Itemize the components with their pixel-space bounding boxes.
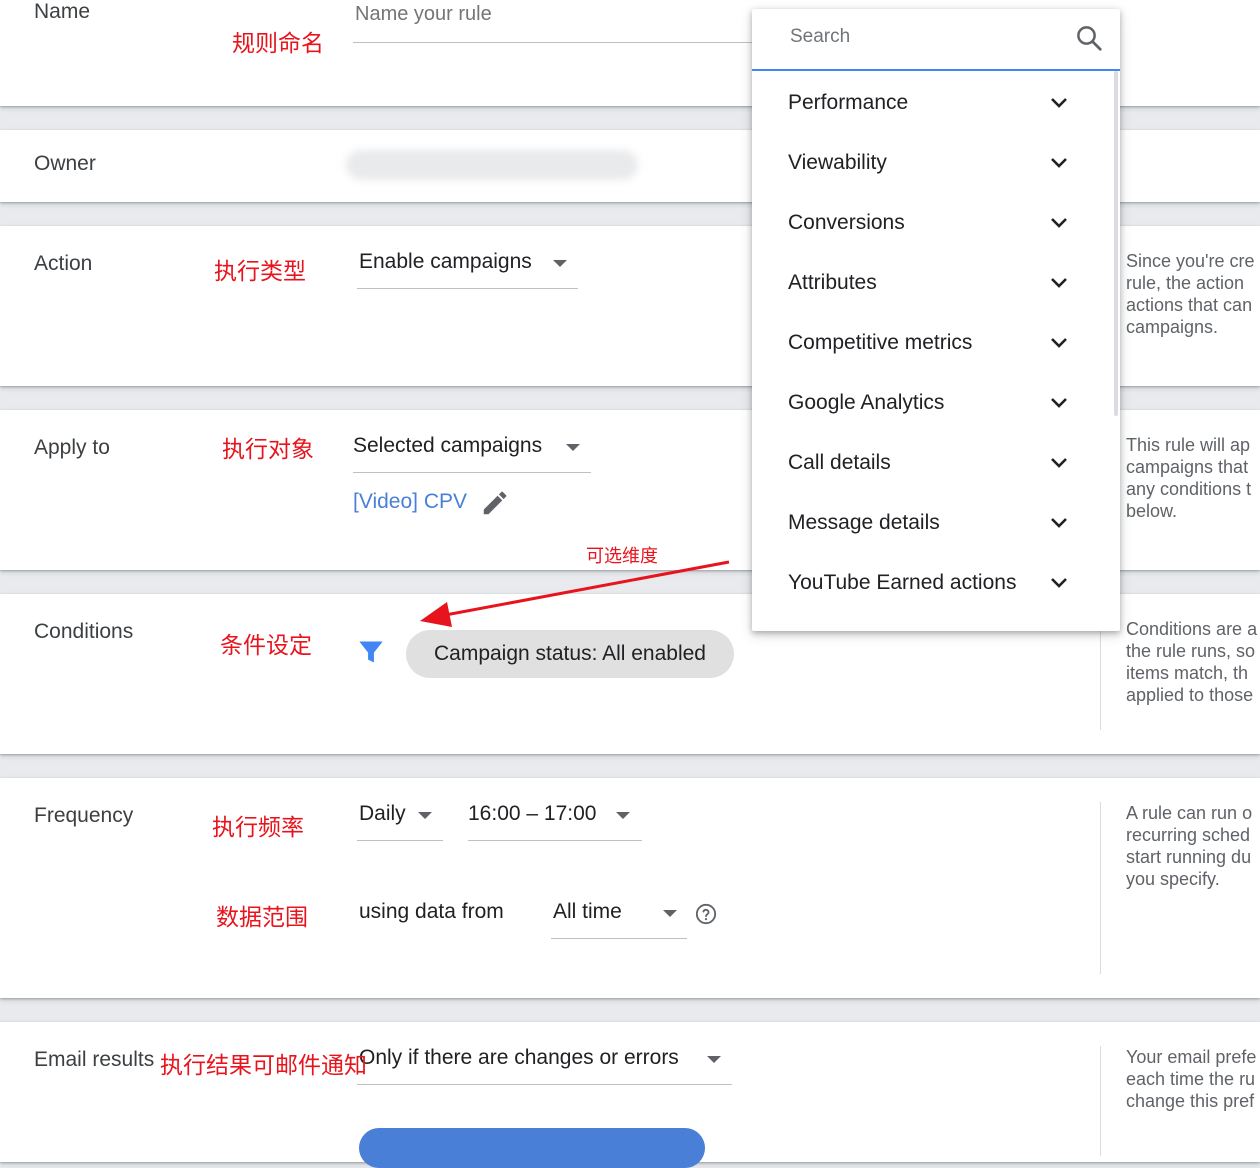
rule-name-input[interactable] — [353, 2, 755, 27]
menu-item-viewability[interactable]: Viewability — [752, 135, 1114, 195]
menu-item-message-details[interactable]: Message details — [752, 495, 1114, 555]
email-section: Email results Only if there are changes … — [0, 1022, 1260, 1168]
apply-to-annotation: 执行对象 — [222, 437, 314, 463]
menu-item-google-analytics[interactable]: Google Analytics — [752, 375, 1114, 435]
conditions-help: Conditions are a the rule runs, so items m… — [1126, 619, 1258, 705]
action-underline — [357, 288, 578, 289]
filter-icon[interactable] — [357, 638, 385, 666]
email-label: Email results — [34, 1048, 155, 1071]
frequency-label: Frequency — [34, 804, 134, 827]
chevron-down-icon — [1051, 278, 1067, 288]
frequency-divider — [1100, 802, 1101, 974]
email-help: Your email prefe each time the ru change t… — [1126, 1047, 1257, 1111]
apply-to-dropdown[interactable]: Selected campaigns — [353, 432, 591, 474]
caret-down-icon — [553, 260, 567, 267]
caret-down-icon — [566, 444, 580, 451]
menu-item-performance[interactable]: Performance — [752, 75, 1114, 135]
conditions-annotation: 条件设定 — [220, 633, 312, 659]
range-dropdown[interactable]: All time — [553, 898, 687, 940]
frequency-annotation: 执行频率 — [212, 815, 304, 841]
action-annotation: 执行类型 — [214, 259, 306, 285]
edit-pencil-icon[interactable] — [480, 488, 510, 518]
caret-down-icon — [663, 910, 677, 917]
caret-down-icon — [418, 812, 432, 819]
menu-item-call-details[interactable]: Call details — [752, 435, 1114, 495]
menu-item-competitive-metrics[interactable]: Competitive metrics — [752, 315, 1114, 375]
menu-item-conversions[interactable]: Conversions — [752, 195, 1114, 255]
email-dropdown[interactable]: Only if there are changes or errors — [359, 1044, 732, 1086]
owner-label: Owner — [34, 152, 96, 175]
apply-to-value: Selected campaigns — [353, 434, 543, 457]
apply-to-underline — [353, 472, 591, 473]
search-icon[interactable] — [1074, 23, 1104, 53]
apply-to-help: This rule will ap campaigns that any condi… — [1126, 435, 1252, 521]
menu-search-box — [752, 9, 1120, 71]
chevron-down-icon — [1051, 458, 1067, 468]
time-underline — [468, 840, 642, 841]
frequency-value: Daily — [359, 802, 406, 825]
conditions-label: Conditions — [34, 620, 134, 643]
menu-search-input[interactable] — [788, 25, 1072, 49]
range-value: All time — [553, 900, 622, 923]
frequency-underline — [357, 840, 443, 841]
range-underline — [551, 938, 687, 939]
chevron-down-icon — [1051, 578, 1067, 588]
name-underline — [353, 42, 753, 43]
caret-down-icon — [616, 812, 630, 819]
chevron-down-icon — [1051, 98, 1067, 108]
frequency-dropdown[interactable]: Daily — [359, 800, 443, 842]
action-dropdown[interactable]: Enable campaigns — [359, 248, 578, 290]
time-dropdown[interactable]: 16:00 – 17:00 — [468, 800, 642, 842]
metrics-dropdown-menu: Performance Viewability Conversions Attr… — [752, 9, 1120, 631]
time-value: 16:00 – 17:00 — [468, 802, 597, 825]
menu-item-youtube-earned-actions[interactable]: YouTube Earned actions — [752, 555, 1114, 615]
owner-value-blurred — [346, 150, 638, 180]
menu-item-attributes[interactable]: Attributes — [752, 255, 1114, 315]
action-label: Action — [34, 252, 93, 275]
chevron-down-icon — [1051, 338, 1067, 348]
caret-down-icon — [707, 1056, 721, 1063]
name-annotation: 规则命名 — [232, 31, 324, 57]
action-value: Enable campaigns — [359, 250, 532, 273]
frequency-help: A rule can run o recurring sched start run… — [1126, 803, 1253, 889]
email-value: Only if there are changes or errors — [359, 1046, 679, 1069]
arrow-annotation: 可选维度 — [586, 546, 658, 567]
apply-to-label: Apply to — [34, 436, 110, 459]
range-annotation: 数据范围 — [216, 905, 308, 931]
email-underline — [357, 1084, 732, 1085]
campaign-status-chip[interactable]: Campaign status: All enabled — [406, 630, 734, 678]
range-label: using data from — [359, 900, 504, 923]
chevron-down-icon — [1051, 518, 1067, 528]
name-label: Name — [34, 0, 91, 23]
chevron-down-icon — [1051, 158, 1067, 168]
campaign-link[interactable]: [Video] CPV — [353, 490, 467, 514]
primary-button[interactable] — [359, 1128, 705, 1168]
frequency-section: Frequency 执行频率 Daily 16:00 – 17:00 数据范围 … — [0, 778, 1260, 998]
email-annotation: 执行结果可邮件通知 — [160, 1053, 367, 1079]
action-help: Since you're cre rule, the action actions … — [1126, 251, 1255, 337]
menu-scrollbar[interactable] — [1114, 71, 1118, 416]
help-circle-icon[interactable] — [695, 903, 717, 925]
chevron-down-icon — [1051, 218, 1067, 228]
chevron-down-icon — [1051, 398, 1067, 408]
